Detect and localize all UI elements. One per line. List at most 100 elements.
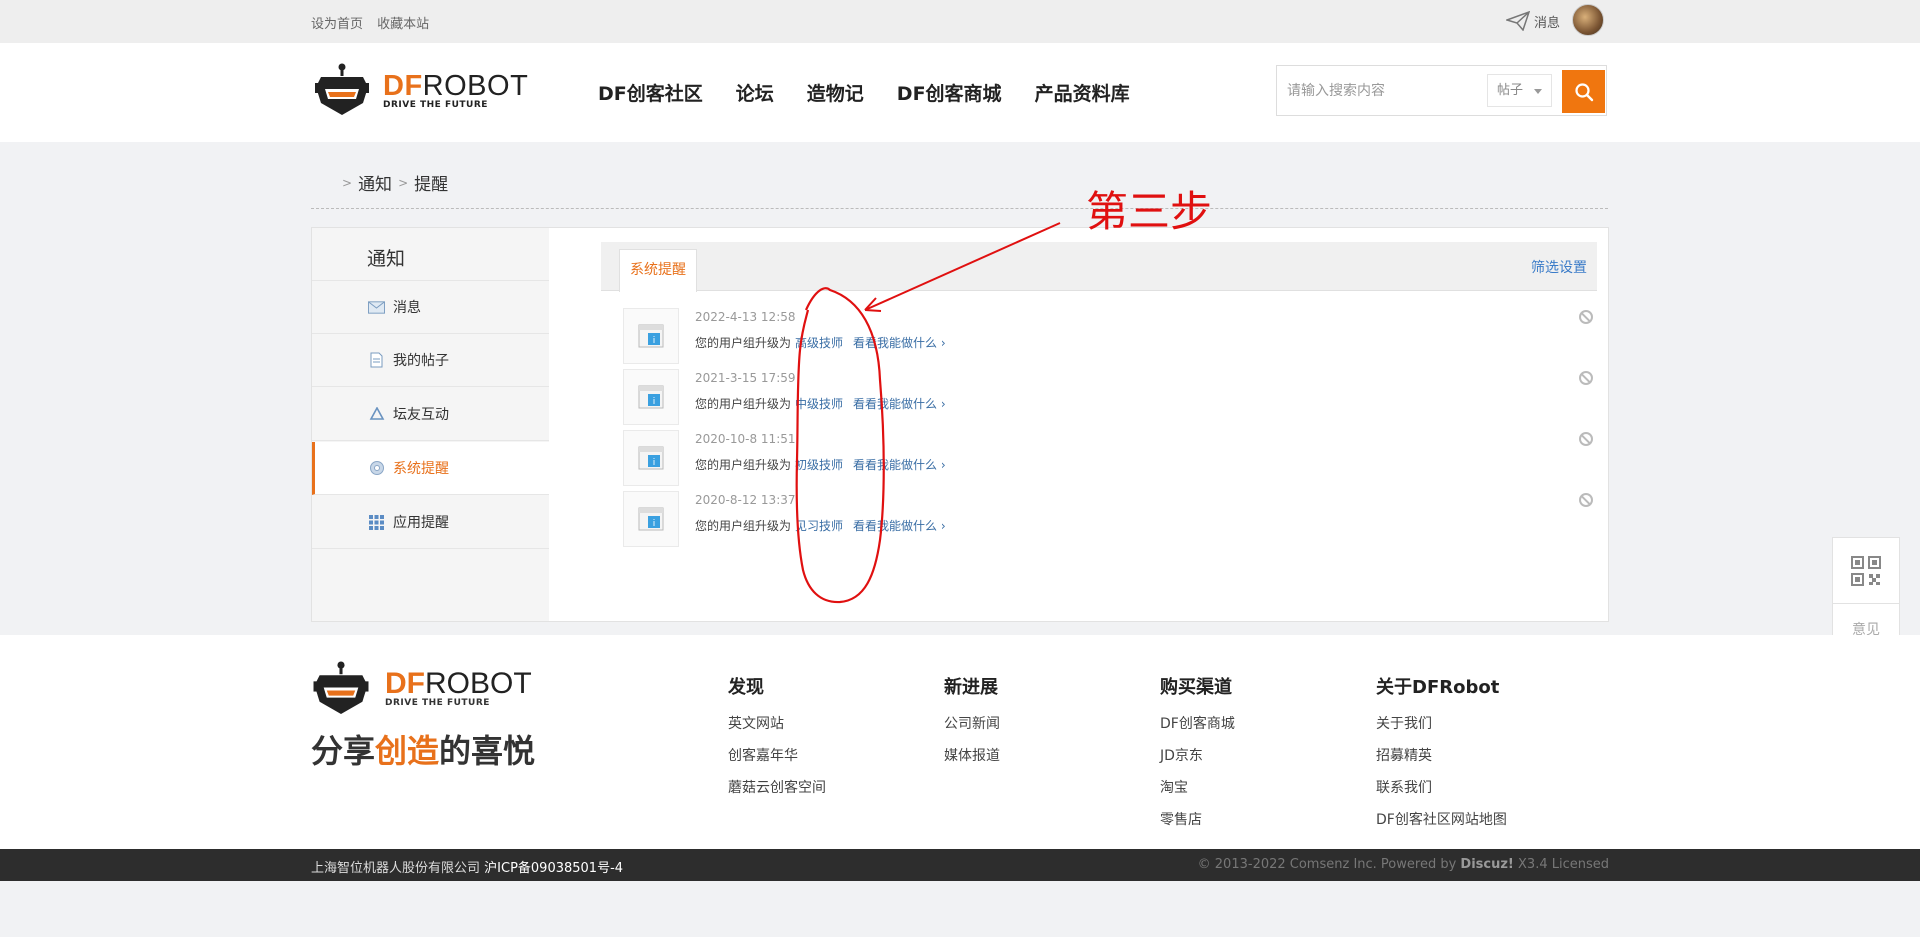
sidebar-item-system[interactable]: 系统提醒 [312, 442, 549, 495]
nav-item-store[interactable]: DF创客商城 [897, 79, 1002, 106]
footer-link[interactable]: JD京东 [1160, 745, 1235, 777]
footer-link[interactable]: 招募精英 [1376, 745, 1507, 777]
ignore-icon[interactable] [1579, 493, 1593, 507]
nav-item-community[interactable]: DF创客社区 [598, 79, 703, 106]
main-nav: DF创客社区 论坛 造物记 DF创客商城 产品资料库 [598, 79, 1163, 106]
paper-plane-icon [1506, 11, 1530, 31]
top-bar: 设为首页 收藏本站 消息 [0, 0, 1920, 43]
discuz-link[interactable]: Discuz! [1460, 857, 1513, 872]
site-logo[interactable]: DFROBOT DRIVE THE FUTURE [313, 63, 528, 118]
footer-link[interactable]: 公司新闻 [944, 713, 1000, 745]
search-box: 帖子 [1276, 65, 1607, 116]
sidebar-item-label: 我的帖子 [393, 353, 449, 369]
footer-link[interactable]: 蘑菇云创客空间 [728, 777, 826, 809]
breadcrumb-separator-icon: > [398, 175, 409, 190]
nav-item-forum[interactable]: 论坛 [736, 79, 774, 106]
what-can-i-do-link[interactable]: 看看我能做什么 › [853, 336, 946, 350]
messages-label: 消息 [1534, 15, 1561, 31]
logo-df-text: DF [383, 69, 423, 102]
svg-text:i: i [653, 336, 656, 346]
footer-logo-robot: ROBOT [425, 667, 532, 700]
notice-message: 您的用户组升级为 [695, 519, 792, 533]
footer-column-news: 新进展 公司新闻 媒体报道 [944, 673, 1000, 777]
svg-text:i: i [653, 397, 656, 407]
footer-column-heading: 关于DFRobot [1376, 677, 1500, 698]
breadcrumb-remind[interactable]: 提醒 [414, 170, 448, 195]
svg-text:i: i [653, 458, 656, 468]
annotation-step-label: 第三步 [1086, 187, 1213, 236]
what-can-i-do-link[interactable]: 看看我能做什么 › [853, 519, 946, 533]
slogan-highlight: 创造 [375, 732, 440, 770]
robot-logo-icon [313, 661, 369, 714]
messages-link[interactable]: 消息 [1506, 11, 1560, 31]
footer-link[interactable]: 关于我们 [1376, 713, 1507, 745]
search-input[interactable] [1287, 80, 1477, 102]
footer-link[interactable]: 联系我们 [1376, 777, 1507, 809]
qr-code-icon[interactable] [1833, 538, 1899, 604]
bookmark-link[interactable]: 收藏本站 [377, 17, 429, 32]
breadcrumb-separator-icon: > [342, 175, 353, 190]
sidebar-item-messages[interactable]: 消息 [312, 281, 549, 334]
footer-link[interactable]: DF创客社区网站地图 [1376, 809, 1507, 841]
search-type-select[interactable]: 帖子 [1487, 74, 1552, 107]
tab-bar: 系统提醒 筛选设置 [601, 242, 1597, 292]
search-icon [1574, 82, 1593, 101]
envelope-icon [368, 299, 385, 316]
sidebar-item-label: 坛友互动 [393, 407, 449, 423]
what-can-i-do-link[interactable]: 看看我能做什么 › [853, 458, 946, 472]
footer-logo[interactable]: DFROBOT DRIVE THE FUTURE [311, 661, 532, 717]
footer-link[interactable]: 创客嘉年华 [728, 745, 826, 777]
notice-message: 您的用户组升级为 [695, 336, 792, 350]
what-can-i-do-link[interactable]: 看看我能做什么 › [853, 397, 946, 411]
breadcrumb-divider [311, 208, 1608, 209]
footer: DFROBOT DRIVE THE FUTURE 分享创造的喜悦 发现 英文网站… [0, 635, 1920, 849]
sidebar-title: 通知 [367, 248, 406, 270]
slogan-part: 分享 [311, 732, 376, 770]
system-notice-icon: i [623, 369, 679, 425]
notice-time: 2020-10-8 11:51 [695, 432, 796, 446]
footer-column-heading: 新进展 [944, 677, 998, 698]
sidebar-item-label: 系统提醒 [393, 461, 449, 477]
svg-text:i: i [653, 519, 656, 529]
footer-link[interactable]: 英文网站 [728, 713, 826, 745]
logo-robot-text: ROBOT [422, 69, 529, 102]
footer-link[interactable]: DF创客商城 [1160, 713, 1235, 745]
usergroup-link[interactable]: 初级技师 [795, 458, 843, 472]
sidebar-item-label: 消息 [393, 300, 421, 316]
footer-link[interactable]: 淘宝 [1160, 777, 1235, 809]
set-home-link[interactable]: 设为首页 [311, 17, 363, 32]
gear-icon [368, 460, 385, 477]
user-avatar[interactable] [1572, 4, 1604, 36]
powered-by: © 2013-2022 Comsenz Inc. Powered by Disc… [1198, 857, 1609, 872]
tab-system-remind[interactable]: 系统提醒 [619, 249, 697, 292]
usergroup-link[interactable]: 中级技师 [795, 397, 843, 411]
robot-logo-icon [315, 63, 369, 115]
recycle-icon [368, 406, 385, 423]
ignore-icon[interactable] [1579, 432, 1593, 446]
filter-settings-link[interactable]: 筛选设置 [1531, 257, 1587, 277]
notice-time: 2020-8-12 13:37 [695, 493, 796, 507]
footer-column-about: 关于DFRobot 关于我们 招募精英 联系我们 DF创客社区网站地图 [1376, 673, 1507, 841]
usergroup-link[interactable]: 见习技师 [795, 519, 843, 533]
usergroup-link[interactable]: 高级技师 [795, 336, 843, 350]
footer-logo-df: DF [385, 667, 425, 700]
nav-item-maker[interactable]: 造物记 [807, 79, 864, 106]
company-name: 上海智位机器人股份有限公司 [311, 861, 481, 876]
sidebar-item-app[interactable]: 应用提醒 [312, 496, 549, 549]
breadcrumb-notice[interactable]: 通知 [358, 170, 392, 195]
footer-link[interactable]: 零售店 [1160, 809, 1235, 841]
sidebar-item-my-posts[interactable]: 我的帖子 [312, 334, 549, 387]
footer-slogan: 分享创造的喜悦 [311, 726, 535, 772]
footer-column-discover: 发现 英文网站 创客嘉年华 蘑菇云创客空间 [728, 673, 826, 809]
document-icon [368, 352, 385, 369]
ignore-icon[interactable] [1579, 310, 1593, 324]
nav-item-docs[interactable]: 产品资料库 [1035, 79, 1130, 106]
copyright-bar: 上海智位机器人股份有限公司 沪ICP备09038501号-4 © 2013-20… [0, 849, 1920, 881]
notice-text: 您的用户组升级为 初级技师 看看我能做什么 › [695, 456, 946, 473]
ignore-icon[interactable] [1579, 371, 1593, 385]
search-button[interactable] [1562, 70, 1605, 113]
sidebar: 通知 消息 我的帖子 坛友互动 系统提醒 应用提醒 [312, 228, 549, 621]
icp-link[interactable]: 沪ICP备09038501号-4 [484, 861, 623, 876]
sidebar-item-interaction[interactable]: 坛友互动 [312, 388, 549, 441]
footer-link[interactable]: 媒体报道 [944, 745, 1000, 777]
